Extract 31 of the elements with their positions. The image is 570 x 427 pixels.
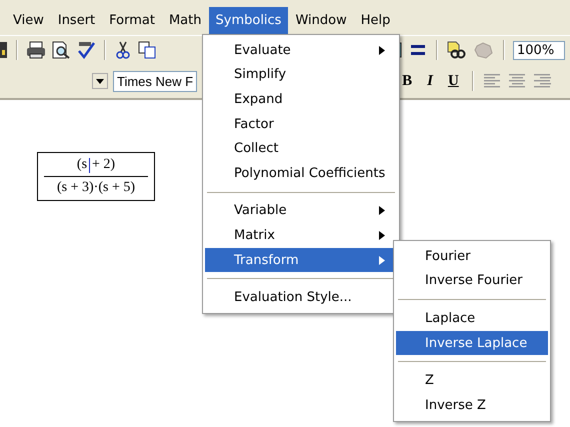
menu-item[interactable]: Matrix [205,223,397,248]
menu-bar-item[interactable]: Math [162,6,208,34]
menu-item[interactable]: Z [396,368,548,393]
menu-item[interactable]: Inverse Z [396,392,548,418]
menu-item[interactable]: Collect [205,136,397,161]
menu-item[interactable]: Laplace [396,306,548,331]
numerator-text: + 2) [92,157,116,173]
menu-item[interactable]: Simplify [205,62,397,88]
denominator-text: (s + 3)·(s + 5) [57,180,135,196]
menu-bar-item[interactable]: Window [288,6,354,34]
menu-bar-item[interactable]: Help [354,6,398,34]
menu-bar-item[interactable]: Format [102,6,162,34]
menu-bar-item[interactable]: View [6,6,51,34]
equation-box[interactable]: (s + 2) (s + 3)·(s + 5) [37,152,155,201]
zoom-field[interactable]: 100% [513,40,566,60]
menu-item[interactable]: Polynomial Coefficients [205,160,397,186]
menu-item[interactable]: Evaluate [205,38,397,63]
menu-item[interactable]: Inverse Laplace [396,330,548,356]
menu-bar-item[interactable]: Symbolics [208,6,288,34]
menu-bar-item[interactable]: Insert [50,6,102,34]
font-dropdown[interactable]: Times New F [113,70,198,92]
menu-item[interactable]: Fourier [396,244,548,269]
menu-item[interactable]: Expand [205,87,397,112]
numerator-text: (s [76,157,88,173]
menu-item[interactable]: Factor [205,112,397,136]
format-button[interactable]: B [397,72,418,90]
menu-item[interactable]: Variable [205,198,397,224]
menu-item[interactable]: Inverse Fourier [396,268,548,294]
menu-item[interactable]: Evaluation Style... [205,285,397,310]
format-button[interactable]: I [422,72,438,90]
format-button[interactable]: U [442,72,464,90]
